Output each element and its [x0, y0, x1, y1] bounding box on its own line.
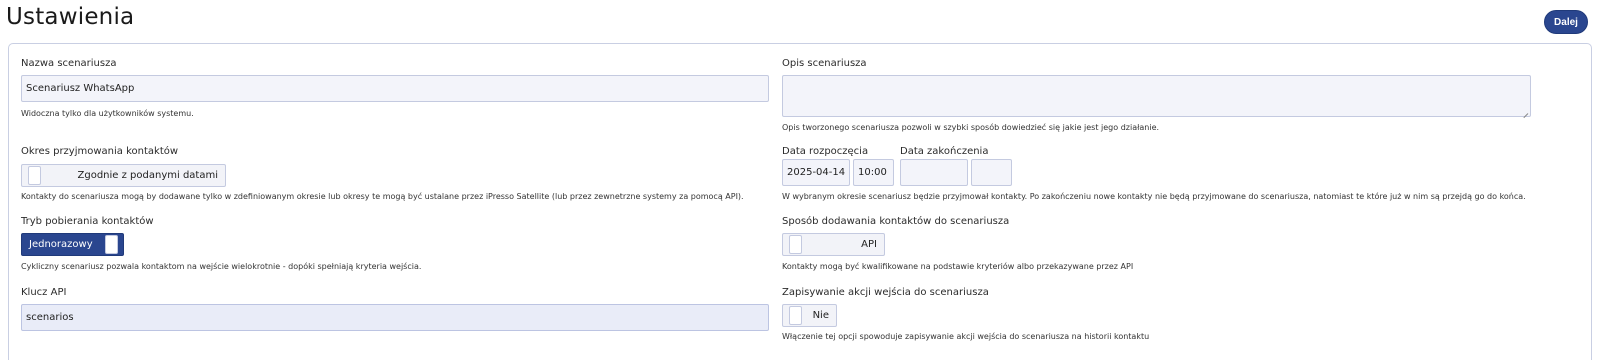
start-date-input[interactable]: 2025-04-14	[782, 159, 850, 186]
save-action-label: Zapisywanie akcji wejścia do scenariusza	[782, 287, 989, 298]
end-time-input[interactable]	[971, 159, 1012, 186]
save-action-hint: Włączenie tej opcji spowoduje zapisywani…	[782, 332, 1150, 341]
save-action-toggle-label: Nie	[812, 310, 829, 321]
scenario-name-hint: Widoczna tylko dla użytkowników systemu.	[21, 109, 194, 118]
start-date-label: Data rozpoczęcia	[782, 146, 869, 157]
toggle-knob	[105, 235, 118, 254]
resize-grip-icon[interactable]	[1521, 107, 1529, 115]
toggle-knob	[789, 306, 802, 325]
description-hint: Opis tworzonego scenariusza pozwoli w sz…	[782, 123, 1160, 132]
add-method-label: Sposób dodawania kontaktów do scenariusz…	[782, 216, 1010, 227]
mode-toggle-label: Jednorazowy	[29, 239, 93, 250]
end-date-input[interactable]	[900, 159, 968, 186]
description-textarea[interactable]	[782, 75, 1531, 117]
api-key-label: Klucz API	[21, 287, 67, 298]
dates-hint: W wybranym okresie scenariusz będzie prz…	[782, 192, 1526, 201]
add-method-toggle[interactable]: API	[782, 233, 885, 256]
toggle-knob	[789, 235, 802, 254]
toggle-knob	[28, 166, 41, 185]
scenario-name-input[interactable]	[21, 75, 769, 102]
period-hint: Kontakty do scenariusza mogą by dodawane…	[21, 192, 744, 201]
mode-label: Tryb pobierania kontaktów	[21, 216, 154, 227]
description-label: Opis scenariusza	[782, 58, 867, 69]
api-key-input[interactable]	[21, 304, 769, 331]
page-title: Ustawienia	[6, 4, 135, 30]
mode-hint: Cykliczny scenariusz pozwala kontaktom n…	[21, 262, 422, 271]
period-toggle[interactable]: Zgodnie z podanymi datami	[21, 164, 226, 187]
end-date-label: Data zakończenia	[900, 146, 989, 157]
mode-toggle[interactable]: Jednorazowy	[21, 233, 124, 256]
next-button[interactable]: Dalej	[1544, 10, 1588, 34]
period-label: Okres przyjmowania kontaktów	[21, 146, 179, 157]
scenario-name-label: Nazwa scenariusza	[21, 58, 117, 69]
start-time-input[interactable]: 10:00	[853, 159, 894, 186]
add-method-hint: Kontakty mogą być kwalifikowane na podst…	[782, 262, 1134, 271]
save-action-toggle[interactable]: Nie	[782, 304, 837, 327]
period-toggle-label: Zgodnie z podanymi datami	[77, 170, 218, 181]
add-method-toggle-label: API	[861, 239, 877, 250]
